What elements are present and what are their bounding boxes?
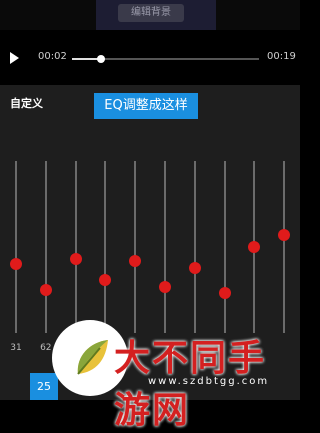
- eq-band[interactable]: [61, 85, 91, 355]
- eq-band-knob[interactable]: [129, 254, 142, 267]
- eq-band[interactable]: [120, 85, 150, 355]
- eq-band-track[interactable]: [134, 161, 137, 333]
- eq-band-knob[interactable]: [39, 284, 52, 296]
- playback-bar: 00:02 00:19: [0, 30, 300, 85]
- eq-band[interactable]: 31: [1, 85, 31, 355]
- total-time: 00:19: [267, 51, 296, 62]
- eq-band-knob[interactable]: [159, 280, 171, 293]
- eq-band[interactable]: [90, 85, 120, 355]
- eq-band[interactable]: [180, 85, 210, 355]
- eq-band[interactable]: [269, 85, 299, 355]
- progress-slider[interactable]: [72, 55, 259, 63]
- eq-band[interactable]: [150, 85, 180, 355]
- watermark: 大不同手游网 www.szdbtgg.com: [52, 318, 300, 431]
- leaf-icon: [77, 340, 108, 375]
- eq-band-knob[interactable]: [188, 261, 201, 274]
- eq-band[interactable]: [210, 85, 240, 355]
- eq-band-knob[interactable]: [69, 253, 82, 266]
- eq-band-track[interactable]: [164, 161, 166, 333]
- play-icon[interactable]: [10, 52, 19, 64]
- eq-band-knob[interactable]: [10, 258, 22, 271]
- eq-band-knob[interactable]: [278, 228, 291, 241]
- eq-band-track[interactable]: [223, 161, 226, 333]
- eq-band-knob[interactable]: [99, 273, 112, 286]
- eq-band-track[interactable]: [15, 161, 17, 333]
- edit-background-button[interactable]: 编辑背景: [118, 4, 184, 22]
- eq-band-knob[interactable]: [248, 241, 261, 253]
- eq-band[interactable]: [239, 85, 269, 355]
- eq-band-track[interactable]: [74, 161, 77, 333]
- eq-band[interactable]: 62: [31, 85, 61, 355]
- eq-band-track[interactable]: [44, 161, 47, 333]
- video-preview: 编辑背景: [0, 0, 300, 30]
- watermark-url: www.szdbtgg.com: [148, 376, 270, 387]
- eq-band-track[interactable]: [104, 161, 107, 333]
- current-time: 00:02: [38, 51, 67, 62]
- eq-band-track[interactable]: [283, 161, 286, 333]
- eq-band-frequency: 31: [10, 343, 22, 353]
- eq-band-track[interactable]: [193, 161, 196, 333]
- progress-thumb[interactable]: [96, 55, 105, 63]
- eq-band-knob[interactable]: [218, 287, 231, 300]
